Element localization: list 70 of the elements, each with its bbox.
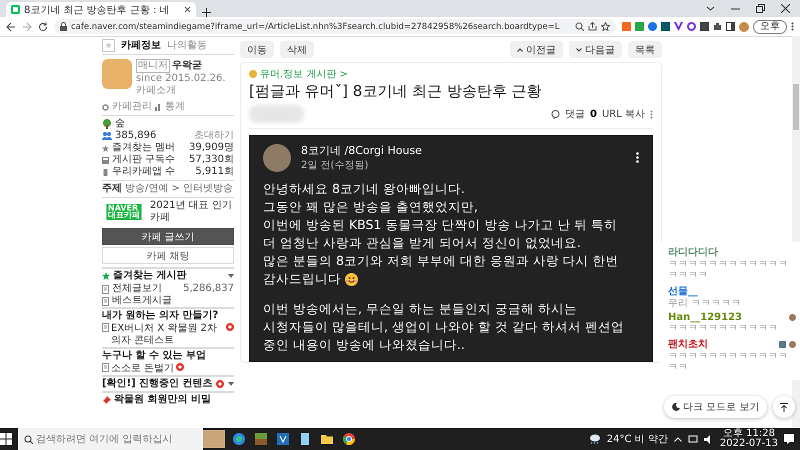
previous-post-button[interactable]: 이전글 xyxy=(510,41,563,58)
menu-group-title: 누구나 할 수 있는 부업 xyxy=(102,347,234,363)
next-post-button[interactable]: 다음글 xyxy=(569,41,622,58)
address-bar[interactable]: cafe.naver.com/steamindiegame?iframe_url=/ArticleList.nhn%3Fsearch.clubid=27842958%26search.boardtype=L xyxy=(54,19,616,34)
cafe-admin-link[interactable]: 카페관리 xyxy=(112,101,152,113)
board-link[interactable]: 전체글보기 xyxy=(112,283,162,295)
post-text-line: 안녕하세요 8코기네 왕아빠입니다. xyxy=(263,180,465,198)
taskbar-search-field[interactable]: 검색하려면 여기에 입력하십시 xyxy=(18,428,203,450)
sidebar-tab[interactable]: 카페정보 xyxy=(121,40,161,52)
post-text-line: 더 엄청난 사랑과 관심을 받게 되어서 정신이 없었네요. xyxy=(263,234,581,252)
board-link[interactable]: 소소로 돈벌기 xyxy=(111,363,174,375)
post-text-line: 시청자들이 많을테니, 생업이 나와야 할 것 같다 하셔서 펜션업 xyxy=(263,318,624,336)
stat-label: 게시판 구독수 xyxy=(112,154,176,166)
award-text: 2021년 대표 인기카페 xyxy=(150,200,233,224)
profile-button[interactable]: 오후 xyxy=(753,20,787,34)
weather-text[interactable]: 24°C 비 약간 xyxy=(606,432,668,446)
stat-value: 57,330회 xyxy=(189,154,234,166)
url-copy-link[interactable]: URL 복사 xyxy=(602,107,645,121)
chat-username: 선물__ xyxy=(668,285,698,298)
post-count: 5,286,837 xyxy=(183,283,234,295)
sidebar-tab[interactable]: 나의활동 xyxy=(167,40,207,52)
write-post-button[interactable]: 카페 글쓰기 xyxy=(102,228,234,245)
stat-value: 5,911회 xyxy=(195,166,234,178)
chat-username: 라디다디다 xyxy=(668,246,718,259)
comment-label[interactable]: 댓글 xyxy=(565,107,585,121)
toolbar-button[interactable]: 이동 xyxy=(240,41,274,58)
post-author: 8코기네 /8Corgi House xyxy=(301,143,422,158)
manager-badge: 매니저 xyxy=(136,59,170,73)
chat-message: ㅋㅋㅋㅋㅋㅋㅋㅋㅋㅋㅋㅋㅋㅋㅋㅋ xyxy=(668,259,789,281)
chat-username: 팬치초치 xyxy=(668,338,708,351)
post-text-line: 이번 방송에서는, 무슨일 하는 분들인지 궁금해 하시는 xyxy=(263,300,577,318)
post-title: [펌글과 유머ˇ] 8코기네 최근 방송탄후 근황 xyxy=(249,82,543,101)
menu-group-title: 내가 원하는 의자 만들기? xyxy=(102,307,234,323)
chat-message: ㅋㅋㅋㅋㅋㅋㅋㅋㅋㅋㅋ xyxy=(668,323,779,334)
stat-label: 우리카페앱 수 xyxy=(112,166,176,178)
board-link[interactable]: 유머.정보 게시판 > xyxy=(260,67,348,81)
browser-tab[interactable]: 8코기네 최근 방송탄후 근황 : 네 xyxy=(6,2,196,17)
taskbar-time[interactable]: 오후 11:28 xyxy=(720,429,778,439)
comment-count: 0 xyxy=(590,108,597,120)
stat-label: 즐겨찾는 멤버 xyxy=(112,142,176,154)
stat-value: 39,909명 xyxy=(189,142,234,154)
chat-message: 우리 ㅋㅋㅋㅋㅋ xyxy=(668,298,742,309)
topic-value: 방송/연예 > 인터넷방송 xyxy=(125,183,234,195)
since-date: since 2015.02.26. xyxy=(136,73,226,85)
board-link[interactable]: 베스트게시글 xyxy=(112,295,172,307)
cafe-chat-button[interactable]: 카페 채팅 xyxy=(102,247,234,264)
contents-board-header[interactable]: [확인!] 진행중인 컨텐츠 xyxy=(102,378,213,390)
pinned-board-link[interactable]: 왁물원 회원만의 비밀 xyxy=(114,394,211,406)
toolbar-button[interactable]: 삭제 xyxy=(280,41,314,58)
favorite-boards-header[interactable]: 즐겨찾는 게시판 xyxy=(113,270,186,282)
cafe-intro-link[interactable]: 카페소개 xyxy=(136,85,226,97)
stats-link[interactable]: 통계 xyxy=(165,101,185,113)
cafe-level: 숲 xyxy=(115,118,125,130)
board-link[interactable]: EX버니처 X 왁물원 2차 의자 콘테스트 xyxy=(111,323,224,347)
post-text-line: 중인 내용이 방송에 나와졌습니다.. xyxy=(263,336,465,354)
taskbar-date[interactable]: 2022-07-13 xyxy=(720,439,778,449)
invite-link[interactable]: 초대하기 xyxy=(194,130,234,142)
chat-message: ㅋㅋㅋㅋㅋㅋㅋㅋㅋㅋㅋㅋㅋㅋ xyxy=(668,351,789,373)
award-badge: NAVER 대표카페 xyxy=(106,204,142,220)
topic-label: 주제 xyxy=(102,183,122,195)
post-text-line: 이번에 방송된 KBS1 동물극장 단짝이 방송 나가고 난 뒤 특히 xyxy=(263,216,618,234)
post-text-line: 많은 분들의 8코기와 저희 부부에 대한 응원과 사랑 다시 한번 xyxy=(263,252,619,270)
post-text-line: 감사드립니다 xyxy=(263,270,341,288)
list-button[interactable]: 목록 xyxy=(628,41,662,58)
chat-username: Han__129123 xyxy=(668,312,742,323)
member-count: 385,896 xyxy=(115,130,156,142)
manager-name: 우왁굳 xyxy=(172,60,202,72)
post-text-line: 그동안 꽤 많은 방송을 출연했었지만, xyxy=(263,198,478,216)
dark-mode-button[interactable]: 다크 모드로 보기 xyxy=(664,396,768,418)
post-time: 2일 전(수정됨) xyxy=(301,159,370,172)
